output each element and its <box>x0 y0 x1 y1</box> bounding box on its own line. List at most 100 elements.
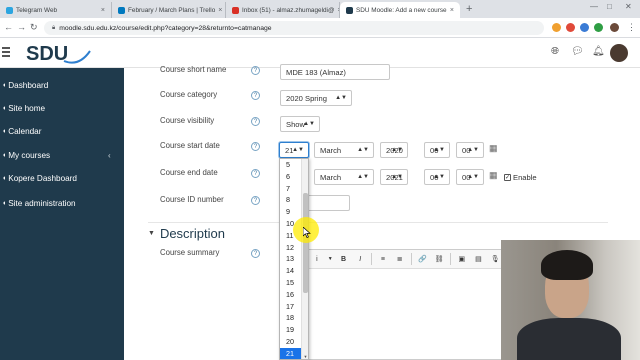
language-globe-icon[interactable]: 🌐︎ <box>551 46 559 57</box>
course-summary-editor[interactable] <box>306 268 502 360</box>
end-hour-select[interactable]: 00 ▲▼ <box>424 169 450 185</box>
dropdown-option-selected[interactable]: 21 <box>280 347 302 359</box>
url-input[interactable]: 🔒︎ moodle.sdu.edu.kz/course/edit.php?cat… <box>44 21 544 35</box>
dropdown-option[interactable]: 18 <box>280 312 302 324</box>
reload-icon[interactable]: ↻ <box>30 22 38 33</box>
sidebar-item-site-home[interactable]: ◖ Site home <box>0 98 124 118</box>
dropdown-option[interactable]: 8 <box>280 194 302 206</box>
extension-icon[interactable] <box>594 23 603 32</box>
select-arrow-icon: ▲▼ <box>433 174 445 180</box>
image-icon[interactable]: ▣ <box>456 253 468 265</box>
select-arrow-icon: ▲▼ <box>467 147 479 153</box>
dropdown-option[interactable]: 6 <box>280 171 302 183</box>
end-month-select[interactable]: March ▲▼ <box>314 169 374 185</box>
presenter-body <box>517 318 621 360</box>
unlink-icon[interactable]: ⛓ <box>433 253 445 265</box>
extension-icon[interactable] <box>552 23 561 32</box>
tab-moodle[interactable]: SDU Moodle: Add a new course × <box>340 2 460 18</box>
end-year-select[interactable]: 2021 ▲▼ <box>380 169 408 185</box>
dropdown-option[interactable]: 16 <box>280 289 302 301</box>
scroll-down-arrow-icon[interactable]: ▼ <box>302 354 308 359</box>
help-icon[interactable]: ? <box>251 249 260 258</box>
start-month-select[interactable]: March ▲▼ <box>314 142 374 158</box>
calendar-icon[interactable]: ▦ <box>489 170 498 181</box>
end-minute-select[interactable]: 00 ▲▼ <box>456 169 484 185</box>
bold-icon[interactable]: B <box>338 253 350 265</box>
microphone-icon[interactable]: 🎙 <box>489 253 501 265</box>
help-icon[interactable]: ? <box>251 196 260 205</box>
messages-icon[interactable]: 💬︎ <box>571 46 584 57</box>
close-window-icon[interactable]: ✕ <box>625 2 632 11</box>
dropdown-option[interactable]: 7 <box>280 183 302 195</box>
start-minute-select[interactable]: 00 ▲▼ <box>456 142 484 158</box>
profile-avatar[interactable] <box>610 23 619 32</box>
notifications-bell-icon[interactable]: 🔔︎ <box>592 46 605 57</box>
help-icon[interactable]: ? <box>251 91 260 100</box>
description-section-header[interactable]: ▼ Description <box>148 226 225 241</box>
info-icon[interactable]: i <box>311 253 323 265</box>
calendar-icon[interactable]: ▦ <box>489 143 498 154</box>
help-icon[interactable]: ? <box>251 169 260 178</box>
tab-trello[interactable]: February / March Plans | Trello × <box>112 2 226 18</box>
dropdown-option[interactable]: 13 <box>280 253 302 265</box>
day-dropdown-list[interactable]: 5 6 7 8 9 10 11 12 13 14 15 16 17 18 19 … <box>279 158 309 360</box>
start-hour-select[interactable]: 00 ▲▼ <box>424 142 450 158</box>
maximize-icon[interactable]: □ <box>607 2 612 11</box>
course-visibility-select[interactable]: Show ▲▼ <box>280 116 320 132</box>
chevron-left-icon[interactable]: ‹ <box>108 151 111 160</box>
user-avatar[interactable] <box>610 44 628 62</box>
media-icon[interactable]: ▤ <box>473 253 485 265</box>
extension-icon[interactable] <box>580 23 589 32</box>
course-category-label: Course category <box>160 90 218 99</box>
sidebar-item-label: Dashboard <box>8 80 49 90</box>
dropdown-option[interactable]: 9 <box>280 206 302 218</box>
back-icon[interactable]: ← <box>4 22 13 32</box>
new-tab-button[interactable]: + <box>466 3 472 15</box>
collapse-caret-icon[interactable]: ▼ <box>148 230 155 237</box>
sidebar-item-dashboard[interactable]: ◖ Dashboard <box>0 75 124 95</box>
start-year-select[interactable]: 2020 ▲▼ <box>380 142 408 158</box>
tab-gmail[interactable]: Inbox (51) - almaz.zhumageldi@ × <box>226 2 340 18</box>
lock-icon: 🔒︎ <box>52 24 56 31</box>
extension-icon[interactable] <box>566 23 575 32</box>
course-id-number-input[interactable] <box>302 195 350 211</box>
course-category-select[interactable]: 2020 Spring ▲▼ <box>280 90 352 106</box>
dropdown-option[interactable]: 14 <box>280 265 302 277</box>
tab-telegram[interactable]: Telegram Web × <box>0 2 112 18</box>
select-arrow-icon: ▲▼ <box>467 174 479 180</box>
italic-icon[interactable]: I <box>354 253 366 265</box>
link-icon[interactable]: 🔗 <box>416 253 428 265</box>
dropdown-option[interactable]: 19 <box>280 324 302 336</box>
short-name-input[interactable]: MDE 183 (Almaz) <box>280 64 390 80</box>
close-icon[interactable]: × <box>101 7 105 14</box>
sidebar-item-kopere-dashboard[interactable]: ◖ Kopere Dashboard <box>0 168 124 188</box>
checkbox-checked-icon[interactable]: ✓ <box>504 174 511 181</box>
section-divider <box>148 222 608 223</box>
help-icon[interactable]: ? <box>251 66 260 75</box>
dropdown-option[interactable]: 15 <box>280 277 302 289</box>
end-date-enable-checkbox[interactable]: ✓ Enable <box>504 173 537 182</box>
sidebar-item-site-administration[interactable]: ◖ Site administration <box>0 193 124 213</box>
close-icon[interactable]: × <box>450 7 454 14</box>
dropdown-option[interactable]: 12 <box>280 242 302 254</box>
start-day-select[interactable]: 21 ▲▼ <box>279 142 309 158</box>
dropdown-scrollbar[interactable]: ▼ <box>301 159 308 359</box>
hamburger-icon[interactable] <box>2 47 10 57</box>
chevron-down-icon[interactable]: ▼ <box>328 256 333 262</box>
dropdown-option[interactable]: 20 <box>280 336 302 348</box>
sidebar-item-my-courses[interactable]: ◖ My courses ‹ <box>0 145 124 165</box>
sidebar-item-label: Calendar <box>8 126 42 136</box>
scrollbar-thumb[interactable] <box>303 193 308 293</box>
numbered-list-icon[interactable]: ≣ <box>394 253 406 265</box>
help-icon[interactable]: ? <box>251 117 260 126</box>
bullet-list-icon[interactable]: ≡ <box>377 253 389 265</box>
dropdown-option[interactable]: 5 <box>280 159 302 171</box>
menu-icon[interactable]: ⋮ <box>627 22 636 33</box>
help-icon[interactable]: ? <box>251 142 260 151</box>
dropdown-option[interactable]: 17 <box>280 301 302 313</box>
sidebar-item-calendar[interactable]: ◖ Calendar <box>0 121 124 141</box>
sdu-logo[interactable]: SDU <box>24 41 92 65</box>
close-icon[interactable]: × <box>218 7 222 14</box>
minimize-icon[interactable]: — <box>590 2 598 11</box>
forward-icon[interactable]: → <box>17 22 26 32</box>
